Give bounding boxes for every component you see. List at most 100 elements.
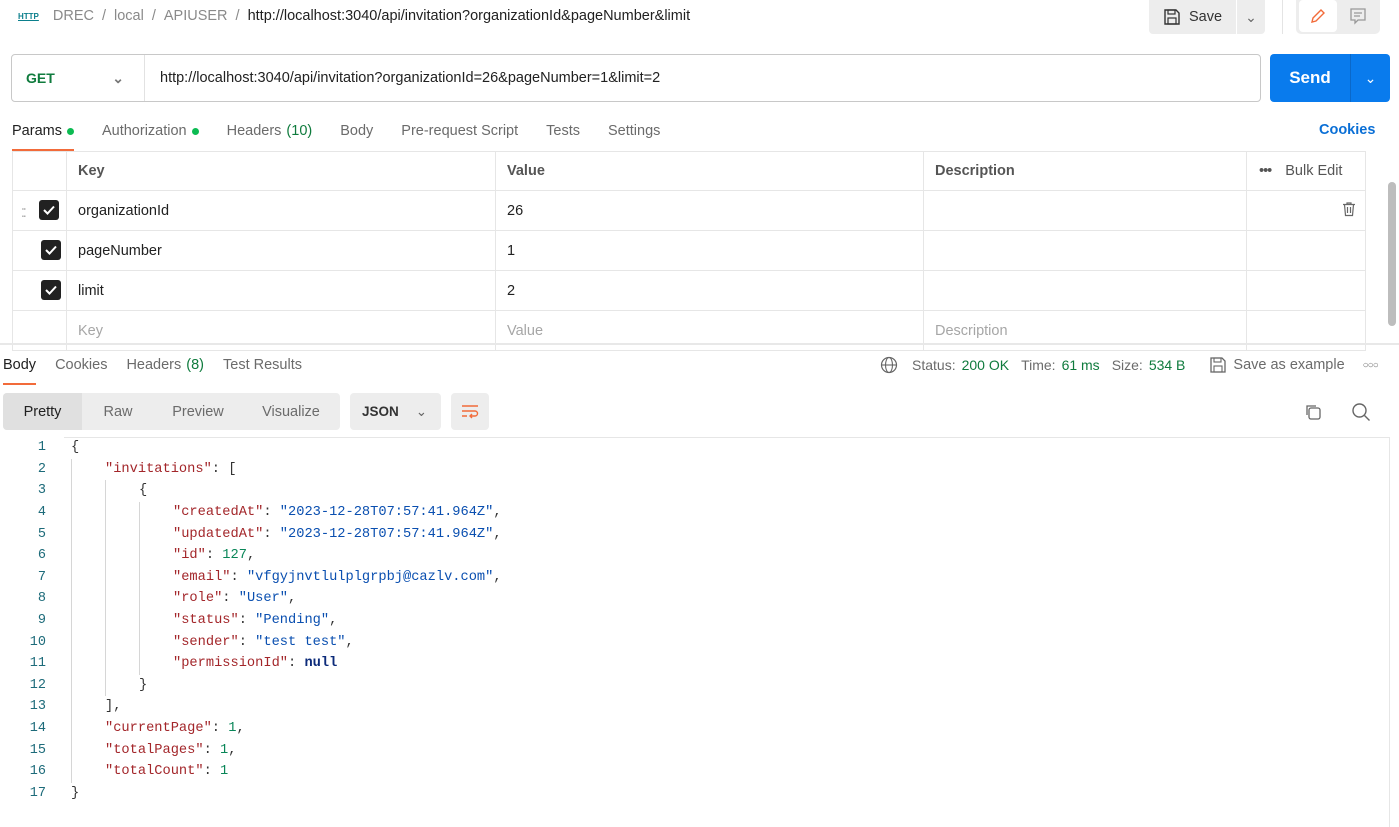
- search-icon[interactable]: [1351, 402, 1371, 422]
- line-number: 9: [37, 613, 46, 629]
- send-button[interactable]: Send: [1270, 54, 1350, 102]
- save-as-example-button[interactable]: Save as example: [1233, 357, 1344, 373]
- code-token: ,: [288, 591, 297, 607]
- indent-guide: [71, 609, 105, 632]
- checkbox[interactable]: [39, 200, 60, 220]
- description-cell[interactable]: [923, 190, 1247, 231]
- trash-icon[interactable]: [1341, 201, 1357, 217]
- checkbox[interactable]: [41, 280, 61, 300]
- code-token: 127: [222, 548, 247, 564]
- size-value[interactable]: 534 B: [1149, 357, 1186, 373]
- globe-icon[interactable]: [880, 356, 898, 374]
- tab-response-cookies[interactable]: Cookies: [55, 354, 107, 376]
- tab-params[interactable]: Params: [12, 120, 74, 151]
- tab-body[interactable]: Body: [340, 120, 373, 142]
- tab-pre-request-script[interactable]: Pre-request Script: [401, 120, 518, 142]
- code-token: }: [71, 785, 80, 801]
- code-line: 17}: [0, 783, 502, 805]
- indent-guide: [139, 501, 173, 524]
- save-button[interactable]: Save: [1149, 0, 1236, 34]
- tab-response-headers[interactable]: Headers (8): [126, 354, 204, 376]
- code-token: ,: [493, 526, 502, 542]
- code-token: "vfgyjnvtlulplgrpbj@cazlv.com": [246, 569, 494, 585]
- send-dropdown-button[interactable]: ⌄: [1350, 54, 1390, 102]
- tab-tests[interactable]: Tests: [546, 120, 580, 142]
- code-token: "Pending": [255, 613, 330, 629]
- description-cell[interactable]: [923, 270, 1247, 311]
- code-token: "currentPage": [105, 721, 212, 737]
- view-pretty[interactable]: Pretty: [3, 393, 82, 430]
- tab-authorization[interactable]: Authorization: [102, 120, 199, 142]
- code-line: 9 "status": "Pending",: [0, 609, 502, 632]
- view-visualize[interactable]: Visualize: [242, 393, 340, 430]
- code-token: ,: [493, 569, 502, 585]
- code-line: 13],: [0, 696, 502, 718]
- code-token: }: [139, 677, 148, 693]
- tab-label: Params: [12, 123, 62, 139]
- indent-guide: [105, 566, 139, 589]
- value-cell[interactable]: 2: [495, 270, 924, 311]
- breadcrumb-item[interactable]: local: [114, 8, 144, 24]
- save-dropdown-button[interactable]: ⌄: [1237, 0, 1265, 34]
- breadcrumb-item[interactable]: APIUSER: [164, 8, 228, 24]
- code-token: "totalPages": [105, 742, 204, 758]
- tab-test-results[interactable]: Test Results: [223, 354, 302, 376]
- send-button-group: Send ⌄: [1270, 54, 1390, 102]
- tab-label: Authorization: [101, 123, 187, 139]
- more-options-icon[interactable]: •••: [1259, 163, 1272, 179]
- view-preview[interactable]: Preview: [154, 393, 242, 430]
- value-cell[interactable]: 1: [495, 230, 924, 271]
- code-token: "totalCount": [105, 764, 204, 780]
- request-name[interactable]: http://localhost:3040/api/invitation?org…: [248, 8, 691, 24]
- key-cell[interactable]: pageNumber: [66, 230, 496, 271]
- url-input[interactable]: http://localhost:3040/api/invitation?org…: [145, 70, 660, 86]
- indent-guide: [105, 523, 139, 545]
- bulk-edit-button[interactable]: Bulk Edit: [1285, 163, 1342, 179]
- copy-icon[interactable]: [1304, 403, 1322, 421]
- description-cell[interactable]: [923, 230, 1247, 271]
- documentation-mode-button[interactable]: [1339, 0, 1377, 32]
- tab-settings[interactable]: Settings: [608, 120, 660, 142]
- code-token: :: [211, 721, 229, 737]
- key-cell[interactable]: organizationId: [66, 190, 496, 231]
- code-token: :: [203, 764, 221, 780]
- checkmark-icon: [43, 205, 55, 215]
- tab-response-body[interactable]: Body: [3, 354, 37, 385]
- value-cell[interactable]: 26: [495, 190, 924, 231]
- scrollbar[interactable]: [1388, 182, 1396, 326]
- indent-guide: [71, 458, 105, 481]
- chevron-down-icon: ⌄: [1364, 69, 1377, 86]
- header-key: Key: [66, 151, 496, 191]
- code-token: "email": [173, 569, 231, 585]
- breadcrumb-item[interactable]: DREC: [53, 8, 94, 24]
- code-token: :: [203, 742, 221, 758]
- line-number: 17: [29, 785, 46, 801]
- checkbox[interactable]: [41, 240, 61, 260]
- request-tabs: Params Authorization Headers (10) Body Pr…: [12, 120, 688, 151]
- cookies-link[interactable]: Cookies: [1319, 122, 1375, 138]
- chevron-down-icon: ⌄: [415, 403, 427, 419]
- separator: /: [101, 8, 107, 24]
- view-raw[interactable]: Raw: [82, 393, 154, 430]
- indent-guide: [105, 588, 139, 610]
- more-options-icon[interactable]: ○○○: [1363, 360, 1379, 371]
- key-cell[interactable]: limit: [66, 270, 496, 311]
- pane-divider[interactable]: [0, 343, 1399, 345]
- code-token: "invitations": [105, 461, 212, 477]
- status-value[interactable]: 200 OK: [962, 357, 1009, 373]
- drag-handle-icon[interactable]: ⁚⁚: [21, 207, 35, 219]
- edit-mode-button[interactable]: [1299, 0, 1337, 32]
- time-value[interactable]: 61 ms: [1062, 357, 1100, 373]
- checkmark-icon: [45, 285, 57, 295]
- line-number: 6: [37, 548, 46, 564]
- method-label: GET: [26, 70, 55, 86]
- code-token: "2023-12-28T07:57:41.964Z": [279, 526, 494, 542]
- line-number: 14: [29, 721, 46, 737]
- method-select[interactable]: GET ⌄: [12, 55, 145, 101]
- tab-headers[interactable]: Headers (10): [227, 120, 313, 142]
- wrap-icon: [462, 404, 479, 418]
- code-token: :: [238, 634, 256, 650]
- format-select[interactable]: JSON ⌄: [350, 393, 441, 430]
- wrap-lines-button[interactable]: [451, 393, 489, 430]
- code-token: 1: [220, 742, 229, 758]
